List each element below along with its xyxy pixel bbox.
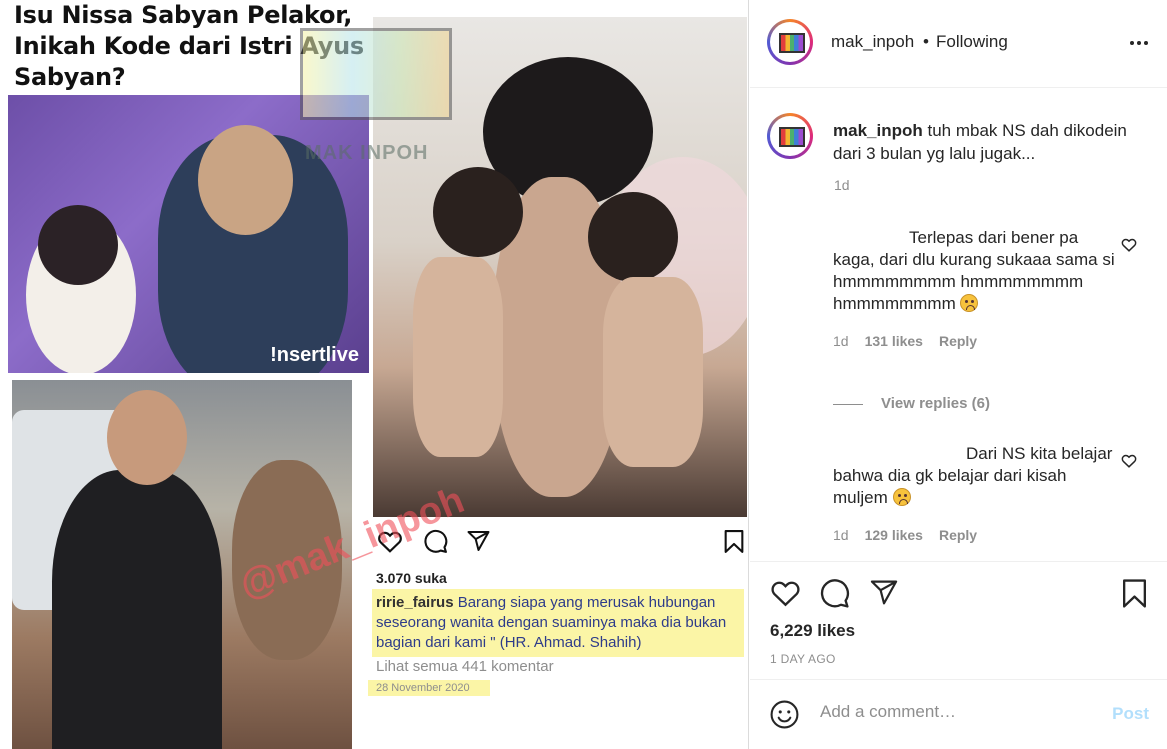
emoji-icon[interactable] — [769, 699, 800, 735]
head-shape — [107, 390, 187, 485]
caption: mak_inpoh tuh mbak NS dah dikodein dari … — [833, 119, 1133, 165]
comment-item: Terlepas dari bener pa kaga, dari dlu ku… — [833, 227, 1123, 352]
view-replies-label: View replies (6) — [881, 395, 990, 412]
comment-text: Dari NS kita belajar bahwa dia gk belaja… — [833, 443, 1123, 509]
comment-icon[interactable] — [819, 578, 850, 614]
comments-panel[interactable]: mak_inpoh tuh mbak NS dah dikodein dari … — [750, 89, 1167, 561]
post-time-ago[interactable]: 1 DAY AGO — [770, 652, 836, 666]
comment-item: Dari NS kita belajar bahwa dia gk belaja… — [833, 443, 1123, 546]
comment-meta: 1d 129 likes Reply — [833, 524, 1123, 546]
avatar[interactable] — [767, 19, 813, 65]
comment-meta: 1d 131 likes Reply — [833, 330, 1123, 352]
inner-post-caption: ririe_fairus Barang siapa yang merusak h… — [372, 589, 744, 657]
post-header: mak_inpoh • Following — [750, 0, 1167, 88]
inner-post-likes: 3.070 suka — [376, 570, 447, 586]
add-comment-bar: Post — [750, 679, 1167, 749]
post-comment-button[interactable]: Post — [1112, 704, 1149, 724]
head-shape — [588, 192, 678, 282]
watermark-small: MAK INPOH — [305, 142, 429, 164]
comment-input[interactable] — [820, 702, 1090, 722]
caption-avatar[interactable] — [767, 113, 813, 159]
reply-button[interactable]: Reply — [939, 333, 977, 349]
head-shape — [198, 125, 293, 235]
post-sidebar: mak_inpoh • Following mak_inpoh tuh mbak… — [750, 0, 1167, 749]
sad-face-emoji — [960, 294, 979, 312]
view-replies-button[interactable]: View replies (6) — [833, 395, 990, 412]
inner-post-caption-user: ririe_fairus — [376, 594, 454, 611]
photo-credit: !nsertlive — [270, 344, 359, 366]
following-button[interactable]: Following — [936, 32, 1008, 52]
comment-likes[interactable]: 129 likes — [865, 527, 923, 543]
bookmark-icon — [723, 529, 745, 559]
likes-count[interactable]: 6,229 likes — [770, 621, 855, 641]
comment-time[interactable]: 1d — [833, 333, 849, 349]
bookmark-icon[interactable] — [1121, 578, 1148, 614]
reply-button[interactable]: Reply — [939, 527, 977, 543]
comment-text: Terlepas dari bener pa kaga, dari dlu ku… — [833, 227, 1123, 315]
person-shape — [413, 257, 503, 457]
share-icon[interactable] — [869, 578, 899, 612]
replies-divider — [833, 403, 863, 405]
caption-time[interactable]: 1d — [834, 177, 850, 193]
post-actions: 6,229 likes 1 DAY AGO — [750, 561, 1167, 679]
more-horizontal-icon[interactable] — [1129, 26, 1149, 52]
head-shape — [433, 167, 523, 257]
share-icon — [466, 529, 491, 558]
caption-username[interactable]: mak_inpoh — [833, 121, 923, 140]
like-heart-icon[interactable] — [770, 578, 801, 612]
comment-heart-icon[interactable] — [1121, 237, 1137, 257]
photo-couple-stage: !nsertlive — [8, 95, 369, 373]
header-username[interactable]: mak_inpoh — [831, 32, 914, 52]
inner-post-date: 28 November 2020 — [368, 680, 490, 696]
logo-sticker — [300, 28, 452, 120]
inner-post-view-all: Lihat semua 441 komentar — [376, 658, 554, 675]
person-shape — [52, 470, 222, 749]
person-shape — [603, 277, 703, 467]
header-separator: • — [923, 32, 929, 51]
post-image[interactable]: Isu Nissa Sabyan Pelakor, Inikah Kode da… — [0, 0, 749, 749]
comment-body: Dari NS kita belajar bahwa dia gk belaja… — [833, 444, 1113, 507]
comment-time[interactable]: 1d — [833, 527, 849, 543]
head-shape — [38, 205, 118, 285]
sad-face-emoji — [892, 488, 911, 506]
comment-heart-icon[interactable] — [1121, 453, 1137, 473]
comment-likes[interactable]: 131 likes — [865, 333, 923, 349]
